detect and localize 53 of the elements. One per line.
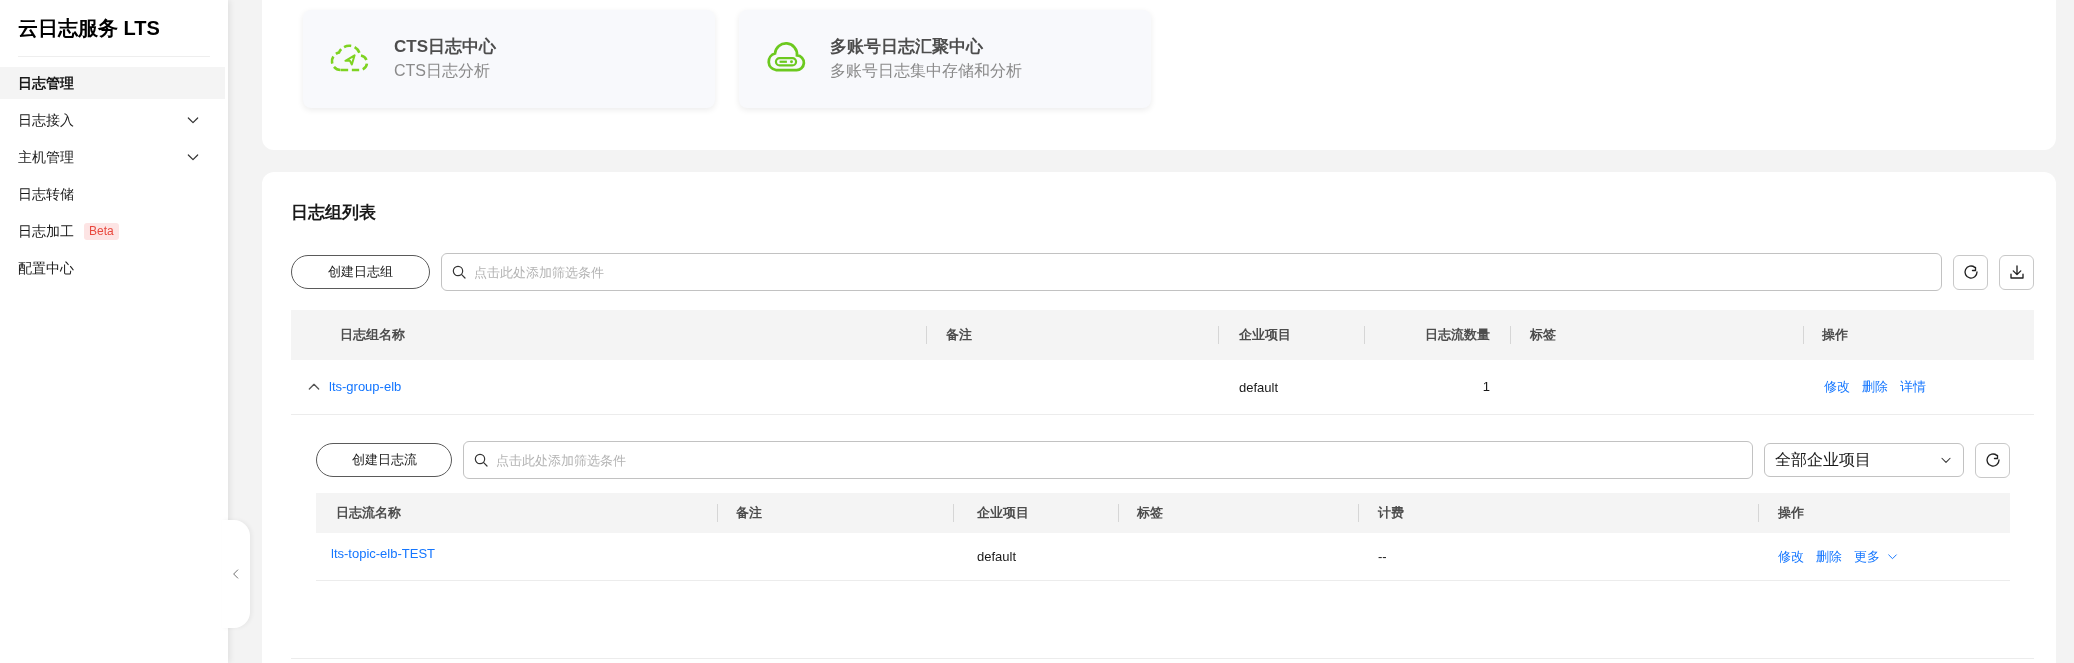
sidebar-item[interactable]: 日志转储 [0, 178, 225, 210]
search-icon [451, 264, 467, 280]
table-cell: -- [1378, 549, 1387, 564]
table-cell-text: 1 [1482, 378, 1490, 397]
sidebar-item[interactable]: 日志加工 Beta [0, 215, 225, 247]
column-header: 计费 [1378, 504, 1404, 523]
refresh-button[interactable] [1975, 442, 2010, 478]
action-link[interactable]: 修改 [1778, 546, 1804, 567]
sidebar-item[interactable]: 日志接入 [0, 104, 225, 136]
column-header: 日志组名称 [340, 326, 405, 345]
log-stream-link[interactable]: lts-topic-elb-TEST [331, 546, 436, 561]
column-header: 企业项目 [1239, 326, 1291, 345]
service-card[interactable]: 多账号日志汇聚中心 多账号日志集中存储和分析 [739, 10, 1151, 108]
card-title: CTS日志中心 [394, 36, 496, 58]
service-card[interactable]: CTS日志中心 CTS日志分析 [303, 10, 715, 108]
project-dropdown[interactable]: 全部企业项目 [1764, 443, 1964, 477]
create-button[interactable]: 创建日志流 [316, 443, 452, 477]
beta-badge: Beta [84, 222, 119, 240]
table-cell: default [1239, 379, 1279, 395]
create-button[interactable]: 创建日志组 [291, 255, 430, 289]
column-header: 企业项目 [977, 504, 1029, 523]
download-button[interactable] [1999, 254, 2034, 290]
action-link[interactable]: 删除 [1816, 546, 1842, 567]
refresh-icon [1983, 451, 2002, 469]
action-link[interactable]: 删除 [1862, 377, 1888, 397]
section-title: 日志组列表 [291, 202, 377, 224]
sidebar-item[interactable]: 日志管理 [0, 67, 225, 99]
card-title: 多账号日志汇聚中心 [830, 36, 984, 58]
search-icon [473, 452, 489, 468]
column-header: 操作 [1778, 504, 1804, 523]
column-header: 日志流名称 [336, 504, 401, 523]
sidebar-item[interactable]: 配置中心 [0, 252, 225, 284]
card-subtitle: CTS日志分析 [394, 61, 491, 81]
column-header: 备注 [736, 504, 762, 523]
search-field[interactable]: 点击此处添加筛选条件 [441, 253, 1942, 291]
refresh-button[interactable] [1953, 254, 1988, 290]
more-menu-link[interactable]: 更多 [1854, 546, 1899, 567]
download-icon [2007, 263, 2026, 281]
card-subtitle: 多账号日志集中存储和分析 [830, 61, 1022, 81]
column-header: 操作 [1822, 326, 1848, 345]
column-header: 标签 [1530, 326, 1556, 345]
app-title: 云日志服务 LTS [17, 16, 161, 41]
column-header: 日志流数量 [1425, 326, 1490, 345]
column-header: 备注 [946, 326, 972, 345]
search-field[interactable]: 点击此处添加筛选条件 [463, 441, 1753, 479]
refresh-icon [1961, 263, 1980, 281]
log-group-link[interactable]: lts-group-elb [329, 377, 402, 397]
sidebar-item[interactable]: 主机管理 [0, 141, 225, 173]
action-link[interactable]: 详情 [1900, 377, 1926, 397]
collapse-handle[interactable] [222, 520, 250, 628]
action-link[interactable]: 修改 [1824, 377, 1850, 397]
column-header: 标签 [1137, 504, 1163, 523]
table-cell: default [977, 549, 1017, 564]
